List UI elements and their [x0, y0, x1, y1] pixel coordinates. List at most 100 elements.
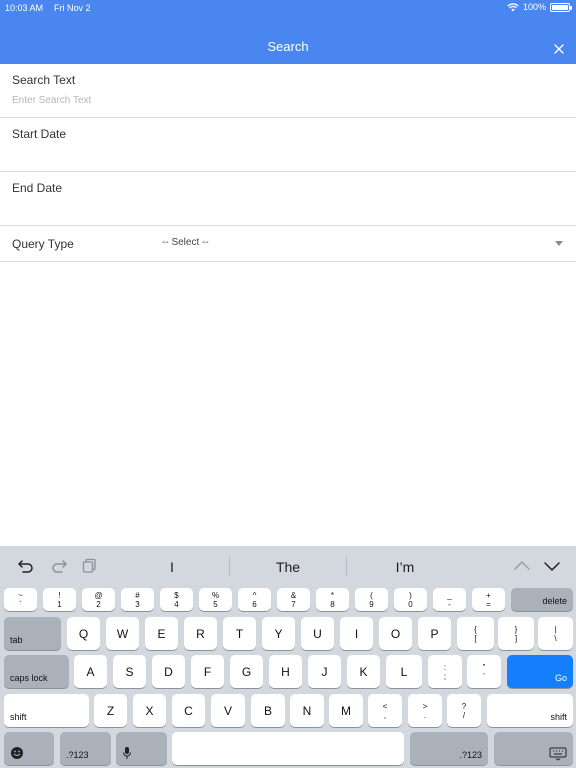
key-a[interactable]: A	[74, 655, 107, 688]
key-5[interactable]: % 5	[199, 588, 232, 611]
key-3[interactable]: #3	[121, 588, 154, 611]
key-i[interactable]: I	[340, 617, 373, 650]
key-9[interactable]: (9	[355, 588, 388, 611]
caps-lock-key[interactable]: caps lock	[4, 655, 69, 688]
key-slash[interactable]: ? /	[447, 694, 481, 727]
key-letter: Z	[106, 703, 115, 718]
key-left-brace[interactable]: {[	[457, 617, 494, 650]
key-t[interactable]: T	[223, 617, 256, 650]
key-8[interactable]: * 8	[316, 588, 349, 611]
key-v[interactable]: V	[211, 694, 245, 727]
key-symbol: ^	[252, 590, 257, 600]
key-backtick[interactable]: ~ `	[4, 588, 37, 611]
key-symbol: ]	[514, 633, 518, 643]
shift-right-key[interactable]: shift	[487, 694, 573, 727]
key-symbol: 3	[135, 599, 140, 609]
key-w[interactable]: W	[106, 617, 139, 650]
key-g[interactable]: G	[230, 655, 263, 688]
key-comma[interactable]: <,	[368, 694, 402, 727]
key-letter: K	[359, 664, 368, 679]
key-symbol: |	[554, 624, 557, 634]
numbers-key-right[interactable]: .?123	[410, 732, 488, 765]
key-n[interactable]: N	[290, 694, 324, 727]
start-date-input[interactable]	[12, 146, 564, 162]
key-4[interactable]: $4	[160, 588, 193, 611]
key-o[interactable]: O	[379, 617, 412, 650]
key-u[interactable]: U	[301, 617, 334, 650]
key-letter: B	[263, 703, 272, 718]
key-letter: V	[223, 703, 232, 718]
key-x[interactable]: X	[133, 694, 166, 727]
key-z[interactable]: Z	[94, 694, 127, 727]
close-icon[interactable]	[552, 42, 566, 56]
key-symbol: *	[330, 590, 335, 600]
key-h[interactable]: H	[269, 655, 302, 688]
query-type-select[interactable]: -- Select --	[162, 237, 209, 248]
key-2[interactable]: @2	[82, 588, 115, 611]
key-s[interactable]: S	[113, 655, 146, 688]
key-period[interactable]: >.	[408, 694, 442, 727]
key-letter: O	[390, 626, 401, 641]
dictation-key[interactable]	[116, 732, 167, 765]
hide-keyboard-key[interactable]	[494, 732, 573, 765]
numbers-label: .?123	[66, 750, 89, 760]
key-minus[interactable]: _ -	[433, 588, 466, 611]
suggestion-2[interactable]: The	[230, 559, 346, 575]
chevron-up-icon[interactable]	[513, 558, 531, 574]
key-k[interactable]: K	[347, 655, 380, 688]
suggestion-3[interactable]: I’m	[347, 559, 463, 575]
key-letter: U	[313, 626, 322, 641]
query-type-row[interactable]: Query Type -- Select --	[0, 226, 576, 262]
space-bar[interactable]	[172, 732, 404, 765]
key-0[interactable]: ) 0	[394, 588, 427, 611]
key-q[interactable]: Q	[67, 617, 100, 650]
chevron-down-icon[interactable]	[543, 558, 561, 574]
suggestion-1[interactable]: I	[114, 559, 230, 575]
key-symbol: .	[423, 710, 427, 720]
search-text-input[interactable]	[12, 92, 564, 108]
key-d[interactable]: D	[152, 655, 185, 688]
chevron-down-icon[interactable]	[555, 241, 563, 246]
key-symbol: 1	[57, 599, 62, 609]
redo-icon[interactable]	[50, 558, 68, 574]
key-right-brace[interactable]: }]	[498, 617, 534, 650]
key-b[interactable]: B	[251, 694, 285, 727]
key-letter: D	[164, 664, 173, 679]
key-symbol: ,	[383, 710, 387, 720]
key-6[interactable]: ^ 6	[238, 588, 271, 611]
key-p[interactable]: P	[418, 617, 451, 650]
start-date-label: Start Date	[12, 127, 67, 141]
go-key[interactable]: Go	[507, 655, 573, 688]
key-letter: T	[235, 626, 244, 641]
key-m[interactable]: M	[329, 694, 363, 727]
shift-label: shift	[550, 712, 567, 722]
key-quote[interactable]: ”’	[467, 655, 501, 688]
key-1[interactable]: ! 1	[43, 588, 76, 611]
end-date-input[interactable]	[12, 200, 564, 216]
key-l[interactable]: L	[386, 655, 422, 688]
emoji-key[interactable]	[4, 732, 54, 765]
battery-percent: 100%	[522, 2, 546, 12]
tab-key[interactable]: tab	[4, 617, 61, 650]
key-j[interactable]: J	[308, 655, 341, 688]
key-symbol: >	[422, 701, 428, 711]
key-c[interactable]: C	[172, 694, 205, 727]
key-r[interactable]: R	[184, 617, 217, 650]
key-equals[interactable]: + =	[472, 588, 505, 611]
key-letter: G	[241, 664, 252, 679]
key-f[interactable]: F	[191, 655, 224, 688]
key-letter: Q	[78, 626, 89, 641]
undo-icon[interactable]	[17, 558, 35, 574]
key-y[interactable]: Y	[262, 617, 295, 650]
numbers-key-left[interactable]: .?123	[60, 732, 111, 765]
status-date: Fri Nov 2	[54, 3, 91, 13]
delete-key[interactable]: delete	[511, 588, 573, 611]
key-semicolon[interactable]: :;	[428, 655, 462, 688]
key-e[interactable]: E	[145, 617, 178, 650]
key-symbol: 9	[369, 599, 374, 609]
key-symbol: ?	[461, 701, 467, 711]
key-7[interactable]: & 7	[277, 588, 310, 611]
paste-icon[interactable]	[81, 558, 99, 574]
key-backslash[interactable]: | \	[538, 617, 573, 650]
shift-left-key[interactable]: shift	[4, 694, 89, 727]
